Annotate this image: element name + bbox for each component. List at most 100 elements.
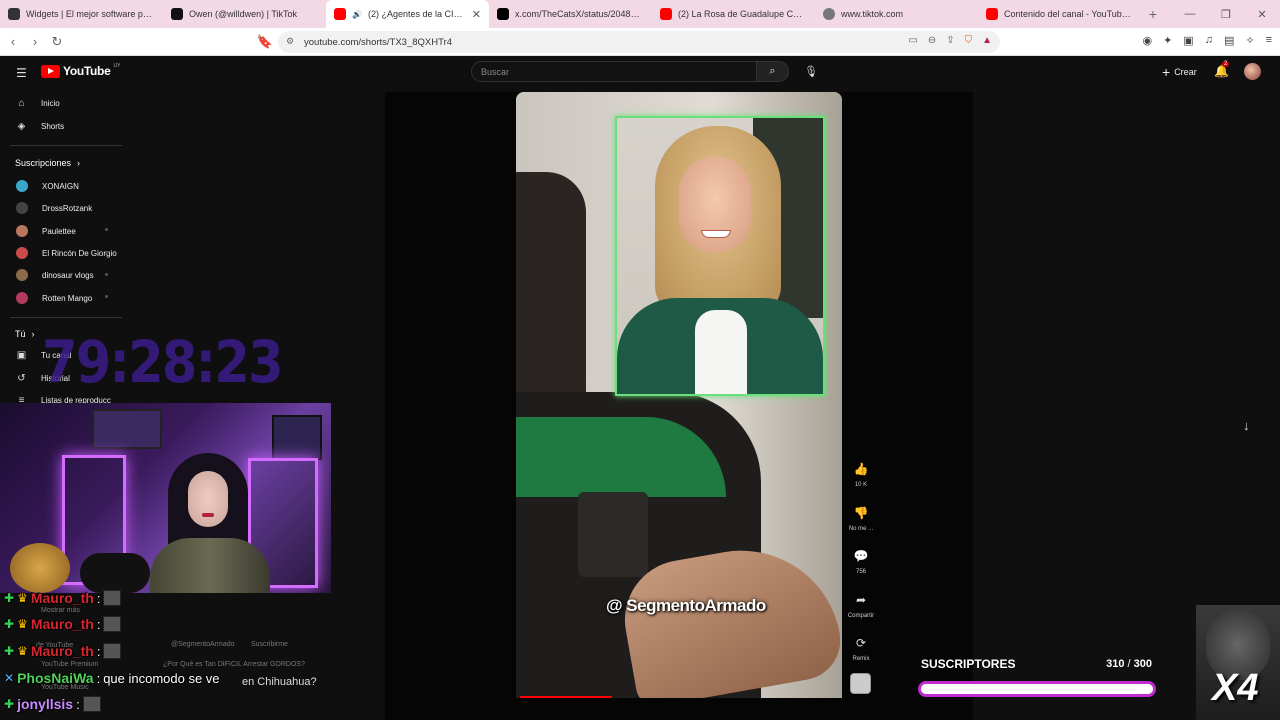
browser-tab[interactable]: Widgets | El mejor software para pod (0, 0, 163, 28)
webcam-overlay (0, 403, 331, 593)
chat-message: ✚ ♛ Mauro_th: (4, 590, 122, 606)
next-short-icon[interactable]: ↓ (1243, 418, 1250, 433)
video-progress-bar[interactable] (520, 696, 612, 698)
share-button[interactable]: ➦ Compartir (846, 593, 876, 619)
chat-text: que incomodo se ve (103, 670, 220, 686)
close-tab-icon[interactable]: ✕ (472, 8, 481, 21)
crown-badge-icon: ♛ (17, 644, 28, 658)
goal-count: 310 / 300 (1106, 658, 1152, 670)
mic-icon[interactable]: 🎙 (804, 65, 818, 78)
browser-tab-active[interactable]: 🔊 (2) ¿Agentes de la CIA en Chi ✕ (326, 0, 489, 28)
channel-avatar (16, 180, 28, 192)
chat-colon: : (76, 696, 80, 712)
sidebar-sub-item[interactable]: Paulettee (16, 225, 76, 237)
browser-tab[interactable]: Owen (@willdwen) | TikTok (163, 0, 326, 28)
sidebar-sub-item[interactable]: XONAIGN (16, 180, 79, 192)
sidebar-item-home[interactable]: ⌂ Inicio (16, 98, 59, 109)
speaker-icon[interactable]: 🔊 (352, 10, 362, 19)
divider (10, 145, 122, 146)
new-tab-button[interactable]: + (1141, 6, 1165, 22)
youtube-icon (660, 8, 672, 20)
close-window-icon[interactable]: ✕ (1244, 0, 1280, 28)
brave-shield-icon[interactable]: ⛉ (965, 35, 973, 46)
browser-tab[interactable]: Contenido del canal - YouTube Studi (978, 0, 1141, 28)
channel-name: XONAIGN (42, 181, 79, 191)
channel-name: DrossRotzank (42, 203, 93, 213)
extension-icon[interactable]: ◉ (1142, 34, 1152, 47)
goal-label: SUSCRIPTORES (921, 657, 1016, 671)
tab-title: Widgets | El mejor software para pod (26, 9, 155, 19)
browser-tab[interactable]: x.com/TheCatsX/status/2048358426 (489, 0, 652, 28)
browser-tabbar: Widgets | El mejor software para pod Owe… (0, 0, 1280, 28)
back-icon[interactable]: ‹ (2, 34, 24, 49)
address-bar[interactable]: ⚙ youtube.com/shorts/TX3_8QXHTr4 ▭ ⊖ ⇪ ⛉… (278, 31, 1000, 53)
channel-icon: ▣ (16, 350, 27, 361)
sidebar-sub-item[interactable]: DrossRotzank (16, 202, 92, 214)
goal-progress-fill (921, 684, 1153, 694)
you-heading[interactable]: Tú › (15, 329, 35, 339)
address-icons: ▭ ⊖ ⇪ ⛉ ▲ (908, 35, 992, 46)
tab-title: (2) ¿Agentes de la CIA en Chi (367, 9, 466, 19)
channel-avatar (16, 292, 28, 304)
tab-title: www.tiktok.com (841, 9, 904, 19)
chat-username: Mauro_th (30, 643, 94, 659)
wallet-icon[interactable]: ▤ (1224, 34, 1234, 47)
site-info-icon[interactable]: ⚙ (286, 36, 294, 47)
yt-masthead: ☰ YouTube UY Buscar ⌕ 🎙 + Crear 🔔 2 (0, 56, 1280, 88)
youtube-icon (986, 8, 998, 20)
music-icon[interactable]: ♫ (1205, 34, 1213, 47)
notifications-button[interactable]: 🔔 2 (1214, 61, 1230, 78)
goal-target: 300 (1133, 658, 1152, 670)
minimize-icon[interactable]: — (1172, 0, 1208, 28)
thumbs-up-icon: 👍 (853, 462, 869, 476)
dislike-button[interactable]: 👎 No me ... (846, 506, 876, 532)
browser-tab[interactable]: www.tiktok.com (815, 0, 978, 28)
cast-icon[interactable]: ▭ (908, 35, 917, 46)
browser-tab[interactable]: (2) La Rosa de Guadalupe Capitulo E (652, 0, 815, 28)
subscriptions-heading[interactable]: Suscripciones › (15, 158, 80, 168)
comment-icon: 💬 (853, 549, 869, 563)
channel-name: dinosaur vlogs (42, 270, 94, 280)
remix-icon: ⟳ (855, 636, 867, 650)
youtube-logo[interactable]: YouTube UY (41, 63, 120, 78)
sidebar-sub-item[interactable]: El Rincón De Giorgio (16, 247, 117, 259)
chat-username: Mauro_th (30, 590, 94, 606)
ai-icon[interactable]: ✧ (1245, 34, 1254, 47)
stream-chat: ✚ ♛ Mauro_th: ✚ ♛ Mauro_th: ✚ ♛ Mauro_th: ✕ Pho… (0, 590, 340, 720)
sidebar-toggle-icon[interactable]: ▣ (1183, 34, 1193, 47)
chat-emote (103, 590, 122, 606)
zoom-icon[interactable]: ⊖ (928, 35, 936, 46)
home-icon: ⌂ (18, 98, 25, 109)
youtube-play-icon (41, 64, 60, 78)
badge-icon: ✕ (4, 671, 15, 685)
search-input[interactable]: Buscar (471, 61, 757, 82)
remix-button[interactable]: ⟳ Remix (846, 636, 876, 662)
menu-icon[interactable]: ≡ (1266, 34, 1272, 47)
tab-title: (2) La Rosa de Guadalupe Capitulo E (678, 9, 807, 19)
forward-icon[interactable]: › (24, 34, 46, 49)
like-button[interactable]: 👍 10 K (846, 462, 876, 488)
share-icon[interactable]: ⇪ (946, 35, 954, 46)
tab-favicon-icon (8, 8, 20, 20)
bookmark-icon[interactable]: 🔖 (254, 34, 276, 50)
rewards-icon[interactable]: ▲ (982, 35, 992, 46)
create-button[interactable]: + Crear (1162, 64, 1197, 80)
reload-icon[interactable]: ↻ (46, 34, 68, 50)
hamburger-icon[interactable]: ☰ (16, 66, 27, 80)
plus-icon: + (1162, 64, 1171, 80)
comments-button[interactable]: 💬 756 (846, 549, 876, 575)
tab-title: x.com/TheCatsX/status/2048358426 (515, 9, 644, 19)
goal-current: 310 (1106, 658, 1125, 670)
channel-name: Rotten Mango (42, 293, 93, 303)
search-button[interactable]: ⌕ (756, 61, 789, 82)
puzzle-icon[interactable]: ✦ (1163, 34, 1172, 47)
live-dot (105, 273, 108, 276)
sound-thumbnail[interactable] (850, 673, 871, 694)
avatar[interactable] (1244, 63, 1261, 80)
sidebar-sub-item[interactable]: Rotten Mango (16, 292, 92, 304)
chat-colon: : (96, 590, 101, 606)
dislike-label: No me ... (848, 526, 874, 532)
restore-icon[interactable]: ❐ (1208, 0, 1244, 28)
sidebar-sub-item[interactable]: dinosaur vlogs (16, 269, 94, 281)
sidebar-item-shorts[interactable]: ◈ Shorts (16, 121, 64, 132)
